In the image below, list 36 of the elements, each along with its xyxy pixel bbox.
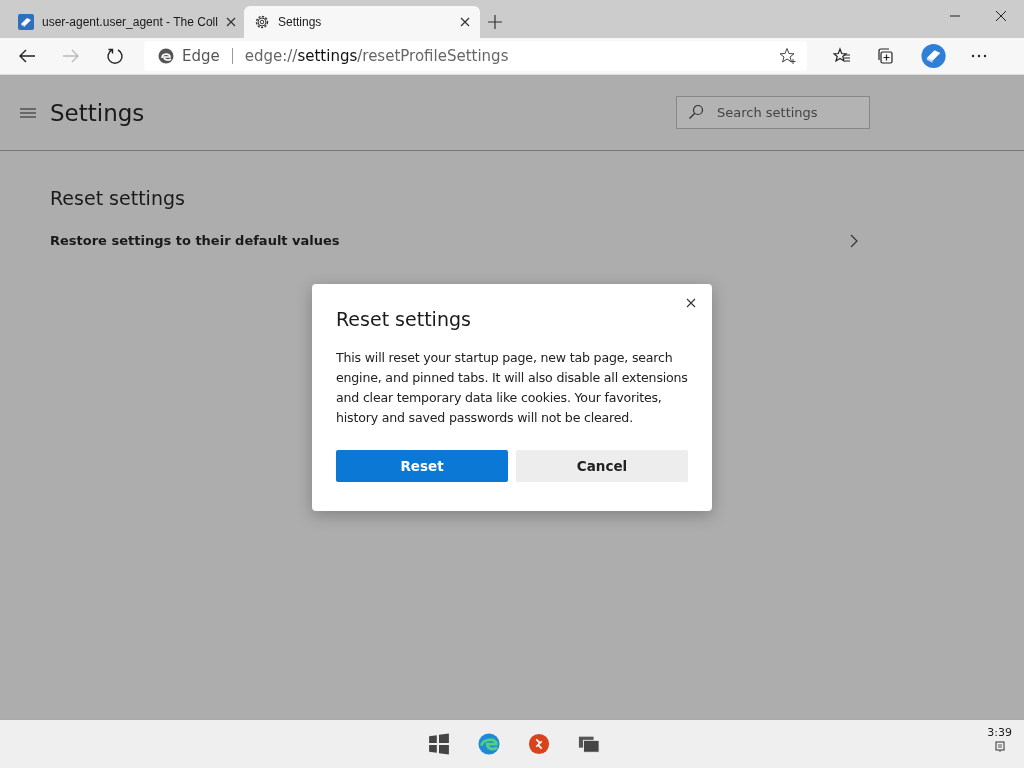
- close-icon[interactable]: [460, 17, 470, 27]
- plus-icon[interactable]: [488, 15, 502, 29]
- cancel-button[interactable]: Cancel: [516, 450, 688, 482]
- profile-avatar-icon[interactable]: [920, 43, 946, 69]
- browser-tab[interactable]: user-agent.user_agent - The Coll: [8, 6, 244, 38]
- clock-time: 3:39: [987, 726, 1012, 739]
- search-icon: [688, 104, 704, 120]
- dialog-title: Reset settings: [336, 308, 472, 330]
- reset-button[interactable]: Reset: [336, 450, 508, 482]
- notification-icon[interactable]: [994, 741, 1005, 753]
- close-icon[interactable]: [225, 17, 236, 27]
- settings-icon: [254, 14, 270, 30]
- chevron-right-icon: [850, 233, 858, 248]
- favorites-icon[interactable]: [832, 47, 851, 65]
- refresh-icon[interactable]: [106, 47, 124, 65]
- section-heading: Reset settings: [50, 187, 186, 209]
- edge-logo-icon: [158, 48, 174, 64]
- close-icon[interactable]: [995, 10, 1007, 22]
- browser-tab[interactable]: Settings: [244, 6, 480, 38]
- windows-logo-icon[interactable]: [428, 733, 450, 755]
- page-title: Settings: [50, 99, 145, 126]
- remote-desktop-icon[interactable]: [528, 733, 550, 755]
- search-field[interactable]: Search settings: [676, 96, 870, 129]
- address-bar[interactable]: Edge edge://settings/resetProfileSettings: [144, 41, 807, 71]
- settings-row[interactable]: Restore settings to their default values: [50, 233, 858, 248]
- tab-title: Settings: [278, 15, 323, 29]
- url-text: edge://settings/resetProfileSettings: [244, 47, 510, 65]
- star-plus-icon[interactable]: [778, 47, 797, 65]
- tab-title: user-agent.user_agent - The Coll: [42, 15, 218, 29]
- back-arrow-icon[interactable]: [18, 47, 36, 65]
- site-label: Edge: [182, 47, 220, 65]
- close-icon[interactable]: [686, 298, 696, 308]
- menu-icon[interactable]: [20, 106, 36, 119]
- collections-icon[interactable]: [876, 47, 895, 65]
- edge-browser-icon[interactable]: [478, 733, 500, 755]
- dialog-message: This will reset your startup page, new tab page, search engine, and pinned tabs. It will also disable all extensions and clear temporary data like cookies. Your favorites, history and saved passwords will not be cleared.: [336, 349, 688, 427]
